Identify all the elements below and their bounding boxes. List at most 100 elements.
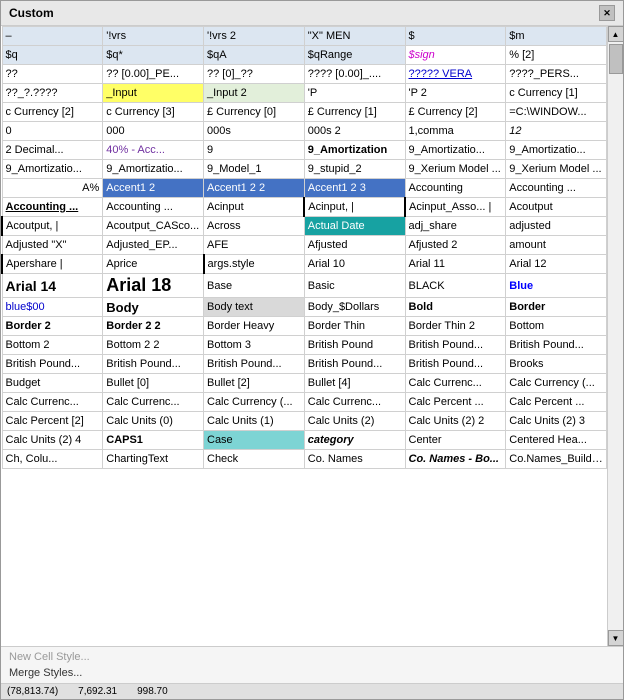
cell[interactable]: args.style [204, 255, 305, 274]
cell[interactable]: 000s [204, 122, 305, 141]
cell[interactable]: Budget [2, 374, 103, 393]
cell[interactable]: Acoutput, | [2, 217, 103, 236]
cell[interactable]: Calc Units (0) [103, 412, 204, 431]
cell[interactable]: Arial 14 [2, 274, 103, 298]
cell[interactable]: 9 [204, 141, 305, 160]
cell[interactable]: 'P 2 [405, 84, 506, 103]
new-cell-style-button[interactable]: New Cell Style... [5, 649, 619, 665]
cell[interactable]: c Currency [3] [103, 103, 204, 122]
cell[interactable]: 40% - Acc... [103, 141, 204, 160]
cell[interactable]: 9_Amortizatio... [405, 141, 506, 160]
cell[interactable]: A% [2, 179, 103, 198]
cell-british-pound[interactable]: British Pound... [204, 355, 305, 374]
cell[interactable]: category [304, 431, 405, 450]
cell[interactable]: 9_stupid_2 [304, 160, 405, 179]
cell[interactable]: Body [103, 298, 204, 317]
cell[interactable]: Blue [506, 274, 607, 298]
cell[interactable]: 2 Decimal... [2, 141, 103, 160]
cell[interactable]: Arial 10 [304, 255, 405, 274]
cell[interactable]: $q* [103, 46, 204, 65]
cell[interactable]: Accounting ... [506, 179, 607, 198]
cell[interactable]: 12 [506, 122, 607, 141]
cell[interactable]: Center [405, 431, 506, 450]
cell[interactable]: 9_Amortization [304, 141, 405, 160]
cell[interactable]: adjusted [506, 217, 607, 236]
cell-british-pound[interactable]: British Pound... [304, 355, 405, 374]
cell[interactable]: 9_Xerium Model ... [405, 160, 506, 179]
cell[interactable]: _Input [103, 84, 204, 103]
cell[interactable]: 9_Amortizatio... [506, 141, 607, 160]
cell[interactable]: Acoutput_CASco... [103, 217, 204, 236]
cell[interactable]: Centered Hea... [506, 431, 607, 450]
cell[interactable]: Case [204, 431, 305, 450]
cell[interactable]: Ch, Colu... [2, 450, 103, 469]
cell[interactable]: Acoutput [506, 198, 607, 217]
cell[interactable]: – [2, 27, 103, 46]
cell[interactable]: Afjusted [304, 236, 405, 255]
cell[interactable]: Adjusted_EP... [103, 236, 204, 255]
cell[interactable]: =C:\WINDOW... [506, 103, 607, 122]
cell[interactable]: Acinput, | [304, 198, 405, 217]
vertical-scrollbar[interactable]: ▲ ▼ [607, 26, 623, 646]
cell[interactable]: Calc Currenc... [103, 393, 204, 412]
cell[interactable]: $qRange [304, 46, 405, 65]
cell[interactable]: c Currency [1] [506, 84, 607, 103]
cell[interactable]: ??_?.???? [2, 84, 103, 103]
cell[interactable]: $qA [204, 46, 305, 65]
cell[interactable]: Calc Units (2) 4 [2, 431, 103, 450]
cell[interactable]: Accounting ... [2, 198, 103, 217]
cell[interactable]: 9_Amortizatio... [2, 160, 103, 179]
cell[interactable]: BLACK [405, 274, 506, 298]
cell[interactable]: Bullet [4] [304, 374, 405, 393]
cell[interactable]: Bullet [2] [204, 374, 305, 393]
cell[interactable]: $sign [405, 46, 506, 65]
cell[interactable]: 9_Amortizatio... [103, 160, 204, 179]
cell[interactable]: Calc Currenc... [405, 374, 506, 393]
cell[interactable]: % [2] [506, 46, 607, 65]
cell[interactable]: Arial 12 [506, 255, 607, 274]
cell[interactable]: Border [506, 298, 607, 317]
cell[interactable]: Calc Percent ... [405, 393, 506, 412]
close-button[interactable]: ✕ [599, 5, 615, 21]
cell[interactable]: CAPS1 [103, 431, 204, 450]
cell[interactable]: Accent1 2 [103, 179, 204, 198]
cell[interactable]: Calc Currenc... [2, 393, 103, 412]
cell[interactable]: c Currency [2] [2, 103, 103, 122]
cell[interactable]: 'P [304, 84, 405, 103]
cell[interactable]: ChartingText [103, 450, 204, 469]
cell[interactable]: Bold [405, 298, 506, 317]
cell[interactable]: 9_Model_1 [204, 160, 305, 179]
cell[interactable]: Co.Names_Buildup... [506, 450, 607, 469]
cell[interactable]: Calc Percent [2] [2, 412, 103, 431]
cell-british-pound[interactable]: British Pound... [2, 355, 103, 374]
cell[interactable]: Actual Date [304, 217, 405, 236]
cell[interactable]: AFE [204, 236, 305, 255]
cell[interactable]: Basic [304, 274, 405, 298]
scroll-up-button[interactable]: ▲ [608, 26, 624, 42]
cell[interactable]: 000 [103, 122, 204, 141]
cell[interactable]: Bottom 2 2 [103, 336, 204, 355]
cell[interactable]: Calc Units (1) [204, 412, 305, 431]
cell[interactable]: £ Currency [0] [204, 103, 305, 122]
cell-british-pound[interactable]: British Pound... [405, 355, 506, 374]
cell[interactable]: Arial 18 [103, 274, 204, 298]
cell[interactable]: '!vrs 2 [204, 27, 305, 46]
cell[interactable]: Calc Units (2) [304, 412, 405, 431]
cell[interactable]: 0 [2, 122, 103, 141]
cell[interactable]: Calc Currency (... [506, 374, 607, 393]
cell[interactable]: Adjusted "X" [2, 236, 103, 255]
cell[interactable]: Arial 11 [405, 255, 506, 274]
cell[interactable]: Acinput [204, 198, 305, 217]
cell[interactable]: Calc Units (2) 3 [506, 412, 607, 431]
merge-styles-button[interactable]: Merge Styles... [5, 665, 619, 681]
cell[interactable]: Accent1 2 2 [204, 179, 305, 198]
cell[interactable]: Body_$Dollars [304, 298, 405, 317]
cell[interactable]: Border Heavy [204, 317, 305, 336]
cell[interactable]: "X" MEN [304, 27, 405, 46]
cell[interactable]: Aprice [103, 255, 204, 274]
window-controls[interactable]: ✕ [599, 5, 615, 21]
cell[interactable]: Bullet [0] [103, 374, 204, 393]
cell[interactable]: British Pound... [405, 336, 506, 355]
cell[interactable]: Check [204, 450, 305, 469]
cell[interactable]: ?? [0]_?? [204, 65, 305, 84]
